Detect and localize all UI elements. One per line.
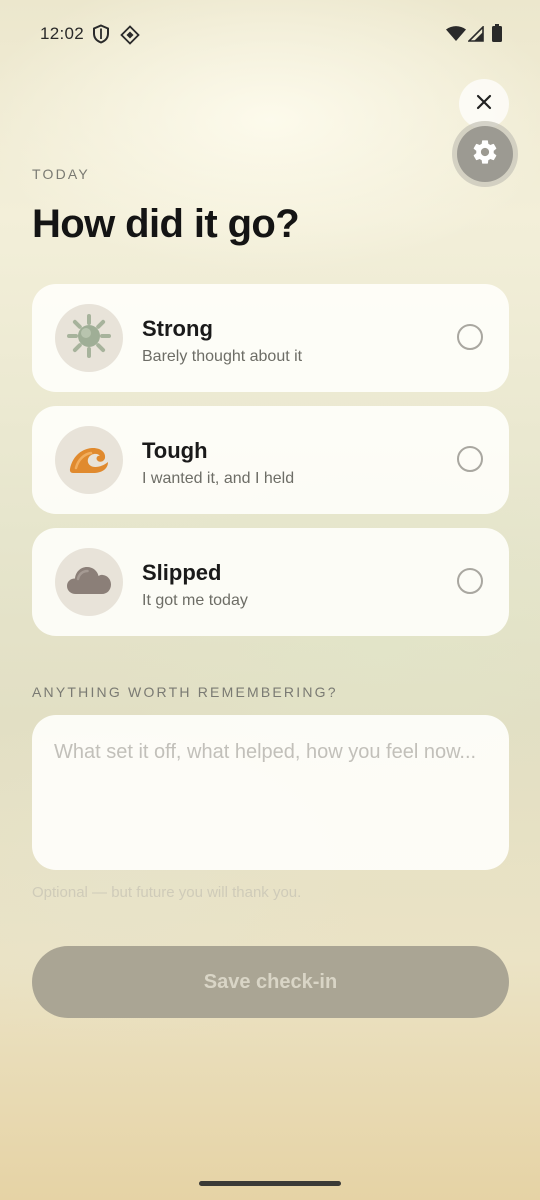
option-icon-badge xyxy=(55,426,123,494)
battery-icon xyxy=(492,24,502,47)
settings-button-face xyxy=(457,126,513,182)
cloud-icon xyxy=(66,562,112,603)
wifi-icon xyxy=(446,26,466,47)
option-subtitle: Barely thought about it xyxy=(142,348,303,365)
option-strong[interactable]: Strong Barely thought about it xyxy=(32,284,509,392)
sun-icon xyxy=(66,313,112,364)
option-tough[interactable]: Tough I wanted it, and I held xyxy=(32,406,509,514)
gear-icon xyxy=(471,138,499,171)
settings-button[interactable] xyxy=(452,121,518,187)
page-title: How did it go? xyxy=(32,202,300,246)
option-radio[interactable] xyxy=(457,568,483,594)
status-bar: 12:02 xyxy=(0,0,540,68)
notes-input[interactable] xyxy=(32,715,509,870)
close-icon xyxy=(476,94,492,115)
option-title: Strong xyxy=(142,316,213,341)
signal-icon xyxy=(467,25,484,47)
option-subtitle: It got me today xyxy=(142,592,248,609)
home-indicator[interactable] xyxy=(199,1181,341,1186)
save-checkin-button[interactable]: Save check-in xyxy=(32,946,509,1018)
option-subtitle: I wanted it, and I held xyxy=(142,470,295,487)
notes-hint: Optional — but future you will thank you… xyxy=(32,884,302,901)
option-radio[interactable] xyxy=(457,446,483,472)
section-eyebrow: TODAY xyxy=(32,166,90,182)
option-icon-badge xyxy=(55,304,123,372)
shield-icon xyxy=(92,24,110,49)
option-radio[interactable] xyxy=(457,324,483,350)
option-icon-badge xyxy=(55,548,123,616)
data-saver-icon xyxy=(120,25,140,50)
status-time: 12:02 xyxy=(40,24,85,43)
option-slipped[interactable]: Slipped It got me today xyxy=(32,528,509,636)
notes-label: ANYTHING WORTH REMEMBERING? xyxy=(32,684,338,700)
option-title: Slipped xyxy=(142,560,222,585)
wave-icon xyxy=(66,438,112,483)
option-title: Tough xyxy=(142,438,208,463)
